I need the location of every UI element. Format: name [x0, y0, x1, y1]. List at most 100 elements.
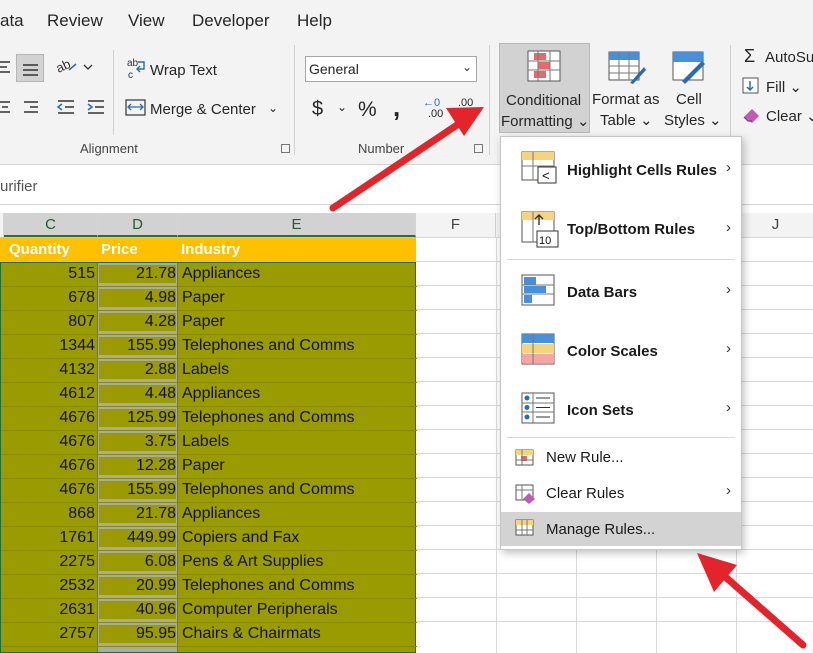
- svg-text:10: 10: [539, 235, 551, 247]
- table-row: 4132 2.88 Labels: [1, 359, 417, 383]
- cell-price[interactable]: 21.78: [99, 505, 176, 523]
- cell-price[interactable]: 40.96: [99, 601, 176, 619]
- header-industry[interactable]: Industry: [181, 241, 240, 258]
- cell-price[interactable]: 155.99: [99, 337, 176, 355]
- highlight-cells-rules-icon: <: [521, 151, 557, 184]
- cell-quantity[interactable]: 4612: [1, 385, 95, 403]
- cell-quantity[interactable]: 4676: [1, 457, 95, 475]
- cell-price[interactable]: 95.95: [99, 625, 176, 643]
- cell-industry[interactable]: Appliances: [182, 385, 260, 403]
- cell-price[interactable]: 4.28: [99, 313, 176, 331]
- new-rule-label: New Rule...: [546, 449, 624, 466]
- table-row: 4676 125.99 Telephones and Comms: [1, 407, 417, 431]
- cell-industry[interactable]: Pens & Art Supplies: [182, 553, 323, 571]
- cell-price[interactable]: 155.99: [99, 481, 176, 499]
- icon-sets-icon: [521, 392, 555, 424]
- header-quantity[interactable]: Quantity: [9, 241, 70, 258]
- table-row: 807 4.28 Paper: [1, 311, 417, 335]
- cell-quantity[interactable]: 2275: [1, 553, 95, 571]
- cell-price[interactable]: 20.99: [99, 577, 176, 595]
- cell-industry[interactable]: Paper: [182, 289, 225, 307]
- cell-quantity[interactable]: 1344: [1, 337, 95, 355]
- icon-sets-label: Icon Sets: [567, 402, 634, 419]
- conditional-formatting-menu: < Highlight Cells Rules › 10 Top/Bottom …: [500, 136, 742, 550]
- menu-item-manage-rules[interactable]: Manage Rules...: [501, 512, 741, 546]
- cell-quantity[interactable]: 2532: [1, 577, 95, 595]
- menu-item-highlight-cells-rules[interactable]: < Highlight Cells Rules ›: [501, 137, 741, 201]
- menu-item-clear-rules[interactable]: Clear Rules ›: [501, 477, 741, 511]
- cell-price[interactable]: 6.08: [99, 553, 176, 571]
- manage-rules-label: Manage Rules...: [546, 521, 656, 538]
- menu-item-top-bottom-rules[interactable]: 10 Top/Bottom Rules ›: [501, 201, 741, 261]
- cell-industry[interactable]: Telephones and Comms: [182, 481, 355, 499]
- grid-line: [416, 597, 813, 598]
- table-row: 1761 449.99 Copiers and Fax: [1, 527, 417, 551]
- cell-price[interactable]: 3.75: [99, 433, 176, 451]
- grid-line: [416, 573, 813, 574]
- cell-industry[interactable]: Telephones and Comms: [182, 577, 355, 595]
- grid-line: [496, 237, 497, 653]
- table-row: 1344 155.99 Telephones and Comms: [1, 335, 417, 359]
- color-scales-icon: [521, 333, 555, 365]
- cell-price[interactable]: 2.88: [99, 361, 176, 379]
- table-row: 2757 95.95 Chairs & Chairmats: [1, 623, 417, 647]
- top-bottom-rules-label: Top/Bottom Rules: [567, 221, 696, 238]
- menu-separator: [507, 259, 735, 260]
- clear-rules-label: Clear Rules: [546, 485, 625, 502]
- cell-price[interactable]: 125.99: [99, 409, 176, 427]
- selected-data-range[interactable]: 515 21.78 Appliances 678 4.98 Paper 807 4.28 Pap…: [0, 262, 417, 653]
- cell-price[interactable]: 449.99: [99, 529, 176, 547]
- data-bars-icon: [521, 274, 555, 306]
- table-row: 678 4.98 Paper: [1, 287, 417, 311]
- cell-industry[interactable]: Appliances: [182, 505, 260, 523]
- cell-industry[interactable]: Chairs & Chairmats: [182, 625, 321, 643]
- chevron-right-icon: ›: [726, 281, 731, 298]
- cell-industry[interactable]: Computer Peripherals: [182, 601, 338, 619]
- cell-quantity[interactable]: 4132: [1, 361, 95, 379]
- table-row: 868 21.78 Appliances: [1, 503, 417, 527]
- cell-price[interactable]: 4.98: [99, 289, 176, 307]
- table-row: 2275 6.08 Pens & Art Supplies: [1, 551, 417, 575]
- header-price[interactable]: Price: [101, 241, 138, 258]
- cell-industry[interactable]: Paper: [182, 313, 225, 331]
- cell-price[interactable]: 21.78: [99, 265, 176, 283]
- cell-quantity[interactable]: 515: [1, 265, 95, 283]
- cell-industry[interactable]: Labels: [182, 433, 229, 451]
- cell-industry[interactable]: Copiers and Fax: [182, 529, 299, 547]
- table-row: 4676 155.99 Telephones and Comms: [1, 479, 417, 503]
- cell-quantity[interactable]: 807: [1, 313, 95, 331]
- cell-industry[interactable]: Labels: [182, 361, 229, 379]
- manage-rules-icon: [515, 519, 534, 536]
- chevron-right-icon: ›: [726, 219, 731, 236]
- cell-quantity[interactable]: 868: [1, 505, 95, 523]
- cell-industry[interactable]: Paper: [182, 457, 225, 475]
- color-scales-label: Color Scales: [567, 343, 658, 360]
- cell-price[interactable]: 12.28: [99, 457, 176, 475]
- data-bars-label: Data Bars: [567, 284, 638, 301]
- cell-industry[interactable]: Telephones and Comms: [182, 409, 355, 427]
- table-row: 4612 4.48 Appliances: [1, 383, 417, 407]
- cell-quantity[interactable]: 1761: [1, 529, 95, 547]
- menu-item-new-rule[interactable]: New Rule...: [501, 441, 741, 475]
- cell-industry[interactable]: Appliances: [182, 265, 260, 283]
- menu-item-icon-sets[interactable]: Icon Sets ›: [501, 381, 741, 439]
- cell-quantity[interactable]: 4676: [1, 409, 95, 427]
- menu-item-color-scales[interactable]: Color Scales ›: [501, 321, 741, 381]
- table-row: 4676 3.75 Labels: [1, 431, 417, 455]
- cell-quantity[interactable]: 2757: [1, 625, 95, 643]
- cell-quantity[interactable]: 4676: [1, 481, 95, 499]
- svg-text:<: <: [542, 168, 550, 183]
- highlight-cells-rules-label: Highlight Cells Rules: [567, 162, 718, 179]
- table-row: 515 21.78 Appliances: [1, 263, 417, 287]
- menu-separator: [507, 437, 735, 438]
- cell-price[interactable]: 4.48: [99, 385, 176, 403]
- cell-industry[interactable]: Telephones and Comms: [182, 337, 355, 355]
- clear-rules-icon: [515, 484, 535, 504]
- chevron-right-icon: ›: [726, 340, 731, 357]
- cell-quantity[interactable]: 2631: [1, 601, 95, 619]
- menu-item-data-bars[interactable]: Data Bars ›: [501, 261, 741, 321]
- cell-quantity[interactable]: 4676: [1, 433, 95, 451]
- table-row: 2631 40.96 Computer Peripherals: [1, 599, 417, 623]
- cell-quantity[interactable]: 678: [1, 289, 95, 307]
- table-row: 2532 20.99 Telephones and Comms: [1, 575, 417, 599]
